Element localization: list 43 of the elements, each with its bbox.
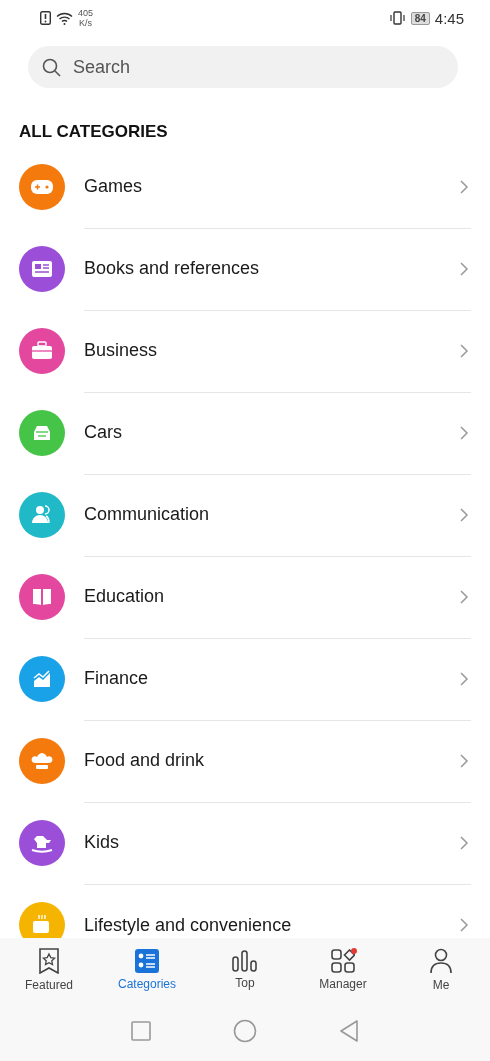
chevron-icon xyxy=(459,752,469,769)
chevron-icon xyxy=(459,342,469,359)
category-label[interactable]: Cars xyxy=(84,422,459,443)
search-icon xyxy=(42,57,61,77)
tab-icon xyxy=(430,947,452,974)
chevron-icon xyxy=(459,588,469,605)
home-button[interactable] xyxy=(233,1019,257,1043)
search-field[interactable]: Search xyxy=(28,46,458,88)
category-label[interactable]: Games xyxy=(84,176,459,197)
network-speed-unit: K/s xyxy=(79,18,92,28)
chevron-icon xyxy=(459,670,469,687)
search-input[interactable]: Search xyxy=(71,55,444,79)
nav-tab[interactable]: Manager xyxy=(294,938,392,1001)
chevron-icon xyxy=(459,506,469,523)
vibrate-icon xyxy=(388,11,406,25)
chevron-icon xyxy=(459,834,469,851)
category-label[interactable]: Finance xyxy=(84,668,459,689)
tab-icon xyxy=(232,949,258,972)
category-label[interactable]: Communication xyxy=(84,504,459,525)
category-label[interactable]: Business xyxy=(84,340,459,361)
back-button[interactable] xyxy=(339,1020,359,1042)
tab-icon xyxy=(135,948,159,973)
chevron-icon xyxy=(459,260,469,277)
alert-icon xyxy=(40,11,51,25)
wifi-icon xyxy=(56,11,73,25)
recents-button[interactable] xyxy=(131,1021,151,1041)
nav-tab[interactable]: Top xyxy=(196,938,294,1001)
tab-icon xyxy=(38,947,60,974)
section-title: ALL CATEGORIES xyxy=(18,121,169,143)
category-label[interactable]: Kids xyxy=(84,832,459,853)
nav-tab[interactable]: Categories xyxy=(98,938,196,1001)
chevron-icon xyxy=(459,178,469,195)
battery-level: 84 xyxy=(410,11,430,25)
nav-tab[interactable]: Me xyxy=(392,938,490,1001)
network-speed-value: 405 xyxy=(78,8,94,18)
chevron-icon xyxy=(459,917,469,933)
status-time: 4:45 xyxy=(434,9,464,27)
nav-tab[interactable]: Featured xyxy=(0,938,98,1001)
category-label[interactable]: Education xyxy=(84,586,459,607)
category-label[interactable]: Books and references xyxy=(84,258,459,279)
category-label[interactable]: Lifestyle and convenience xyxy=(84,914,459,936)
category-label[interactable]: Food and drink xyxy=(84,750,459,771)
chevron-icon xyxy=(459,424,469,441)
